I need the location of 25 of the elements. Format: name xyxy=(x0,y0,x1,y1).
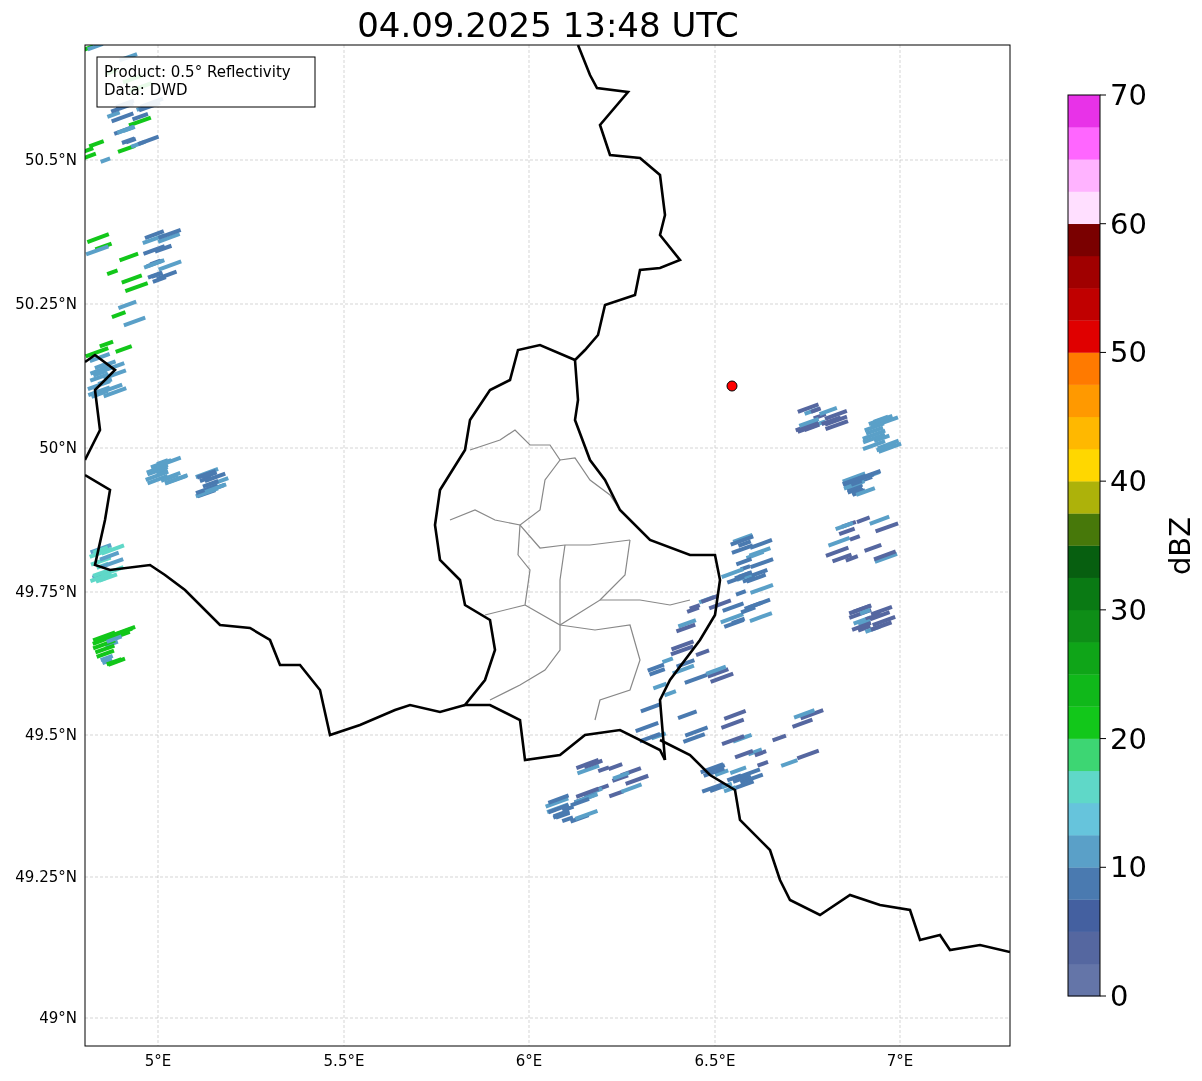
chart-title: 04.09.2025 13:48 UTC xyxy=(357,5,739,45)
latitude-label: 50°N xyxy=(39,439,77,457)
colorbar-label: dBZ xyxy=(1163,516,1197,576)
longitude-label: 7°E xyxy=(886,1052,914,1070)
latitude-label: 50.5°N xyxy=(24,151,77,169)
colorbar-tick-label: 50 xyxy=(1110,335,1147,370)
info-text: Data: DWD xyxy=(104,81,188,99)
latitude-label: 49.75°N xyxy=(15,583,77,601)
latitude-label: 49°N xyxy=(39,1009,77,1027)
longitude-label: 6°E xyxy=(515,1052,543,1070)
radar-site-marker xyxy=(726,380,738,392)
colorbar-tick-label: 20 xyxy=(1110,721,1147,756)
colorbar-tick-label: 30 xyxy=(1110,592,1147,627)
longitude-label: 5.5°E xyxy=(323,1052,365,1070)
longitude-label: 6.5°E xyxy=(694,1052,736,1070)
latitude-label: 49.25°N xyxy=(15,868,77,886)
info-text: Product: 0.5° Reflectivity xyxy=(104,63,291,81)
colorbar-tick-label: 70 xyxy=(1110,78,1147,112)
latitude-label: 50.25°N xyxy=(15,295,77,313)
colorbar-tick-label: 0 xyxy=(1110,979,1129,1013)
latitude-label: 49.5°N xyxy=(24,726,77,744)
colorbar-tick-label: 60 xyxy=(1110,206,1147,241)
colorbar-tick-label: 10 xyxy=(1110,850,1147,885)
longitude-label: 5°E xyxy=(144,1052,172,1070)
colorbar-tick-label: 40 xyxy=(1110,464,1147,499)
